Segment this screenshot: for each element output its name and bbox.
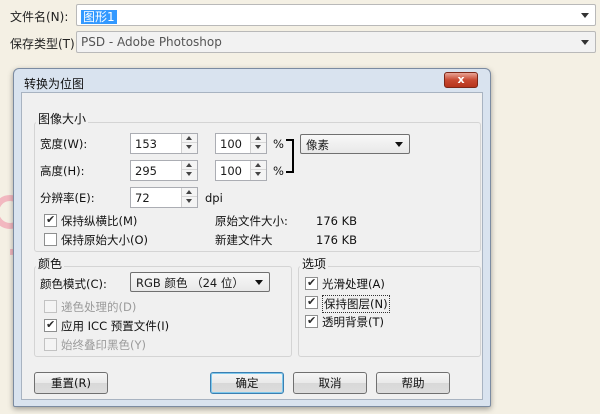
dither-checkbox[interactable] <box>44 300 57 313</box>
keep-ratio-checkbox[interactable] <box>44 213 57 227</box>
width-input[interactable]: 153 <box>130 133 198 154</box>
new-size-value: 176 KB <box>316 233 358 247</box>
ok-button[interactable]: 确定 <box>210 372 284 394</box>
decrement-button[interactable] <box>251 143 266 152</box>
decrement-button[interactable] <box>182 197 197 206</box>
file-type-label: 保存类型(T): <box>10 37 79 51</box>
file-type-select[interactable]: PSD - Adobe Photoshop <box>76 31 596 53</box>
increment-button[interactable] <box>182 161 197 170</box>
file-type-value: PSD - Adobe Photoshop <box>81 35 222 49</box>
chevron-down-icon[interactable] <box>255 280 263 285</box>
height-percent-value: 100 <box>220 164 242 178</box>
width-percent-input[interactable]: 100 <box>215 133 267 154</box>
increment-button[interactable] <box>251 161 266 170</box>
chevron-down-icon[interactable] <box>395 142 403 147</box>
decrement-button[interactable] <box>182 170 197 179</box>
resolution-unit: dpi <box>205 191 223 205</box>
overprint-black-checkbox[interactable] <box>44 338 57 351</box>
percent-unit: % <box>273 164 284 178</box>
ratio-bracket <box>286 139 294 173</box>
increment-button[interactable] <box>182 134 197 143</box>
color-group-title: 颜色 <box>36 255 65 272</box>
height-percent-input[interactable]: 100 <box>215 160 267 181</box>
options-group-title: 选项 <box>300 255 329 272</box>
close-button[interactable]: x <box>444 72 478 88</box>
original-size-value: 176 KB <box>316 214 358 228</box>
width-label: 宽度(W): <box>40 137 88 151</box>
height-value: 295 <box>135 164 157 178</box>
keep-original-size-label: 保持原始大小(O) <box>61 233 149 247</box>
resolution-label: 分辨率(E): <box>40 191 95 205</box>
filename-label: 文件名(N): <box>10 10 69 24</box>
chevron-down-icon[interactable] <box>581 13 589 18</box>
help-button[interactable]: 帮助 <box>376 372 450 394</box>
overprint-black-label: 始终叠印黑色(Y) <box>61 338 146 352</box>
apply-icc-label: 应用 ICC 预置文件(I) <box>61 319 170 333</box>
reset-button[interactable]: 重置(R) <box>34 372 108 394</box>
chevron-down-icon[interactable] <box>581 40 589 45</box>
keep-original-size-checkbox[interactable] <box>44 233 57 246</box>
antialias-label: 光滑处理(A) <box>322 277 385 291</box>
color-mode-label: 颜色模式(C): <box>40 277 107 291</box>
color-mode-value: RGB 颜色 （24 位） <box>136 276 244 290</box>
keep-ratio-label: 保持纵横比(M) <box>61 214 138 228</box>
increment-button[interactable] <box>251 134 266 143</box>
color-mode-dropdown[interactable]: RGB 颜色 （24 位） <box>130 272 270 292</box>
dither-label: 递色处理的(D) <box>61 300 137 314</box>
original-size-label: 原始文件大小: <box>215 214 288 228</box>
new-size-label: 新建文件大 <box>215 233 273 247</box>
decrement-button[interactable] <box>251 170 266 179</box>
decrement-button[interactable] <box>182 143 197 152</box>
image-size-group-title: 图像大小 <box>36 110 89 127</box>
filename-field[interactable]: 图形1 <box>76 4 596 26</box>
percent-unit: % <box>273 137 284 151</box>
apply-icc-checkbox[interactable] <box>44 318 57 332</box>
width-value: 153 <box>135 137 157 151</box>
width-percent-value: 100 <box>220 137 242 151</box>
antialias-checkbox[interactable] <box>305 276 318 290</box>
unit-dropdown[interactable]: 像素 <box>300 134 410 154</box>
keep-layers-label: 保持图层(N) <box>322 295 390 313</box>
cancel-button[interactable]: 取消 <box>293 372 367 394</box>
filename-value: 图形1 <box>81 10 117 24</box>
resolution-input[interactable]: 72 <box>130 187 198 208</box>
increment-button[interactable] <box>182 188 197 197</box>
dialog-client-area: 图像大小 宽度(W): 153 100 % 像素 高度(H): 295 100 … <box>21 92 483 400</box>
convert-to-bitmap-dialog: 转换为位图 x 图像大小 宽度(W): 153 100 % 像素 高度(H): … <box>13 68 491 407</box>
transparent-bg-checkbox[interactable] <box>305 314 318 328</box>
height-label: 高度(H): <box>40 164 85 178</box>
height-input[interactable]: 295 <box>130 160 198 181</box>
transparent-bg-label: 透明背景(T) <box>322 315 384 329</box>
keep-layers-checkbox[interactable] <box>305 295 318 309</box>
unit-value: 像素 <box>306 138 329 152</box>
resolution-value: 72 <box>135 191 150 205</box>
dialog-title: 转换为位图 <box>24 77 85 91</box>
